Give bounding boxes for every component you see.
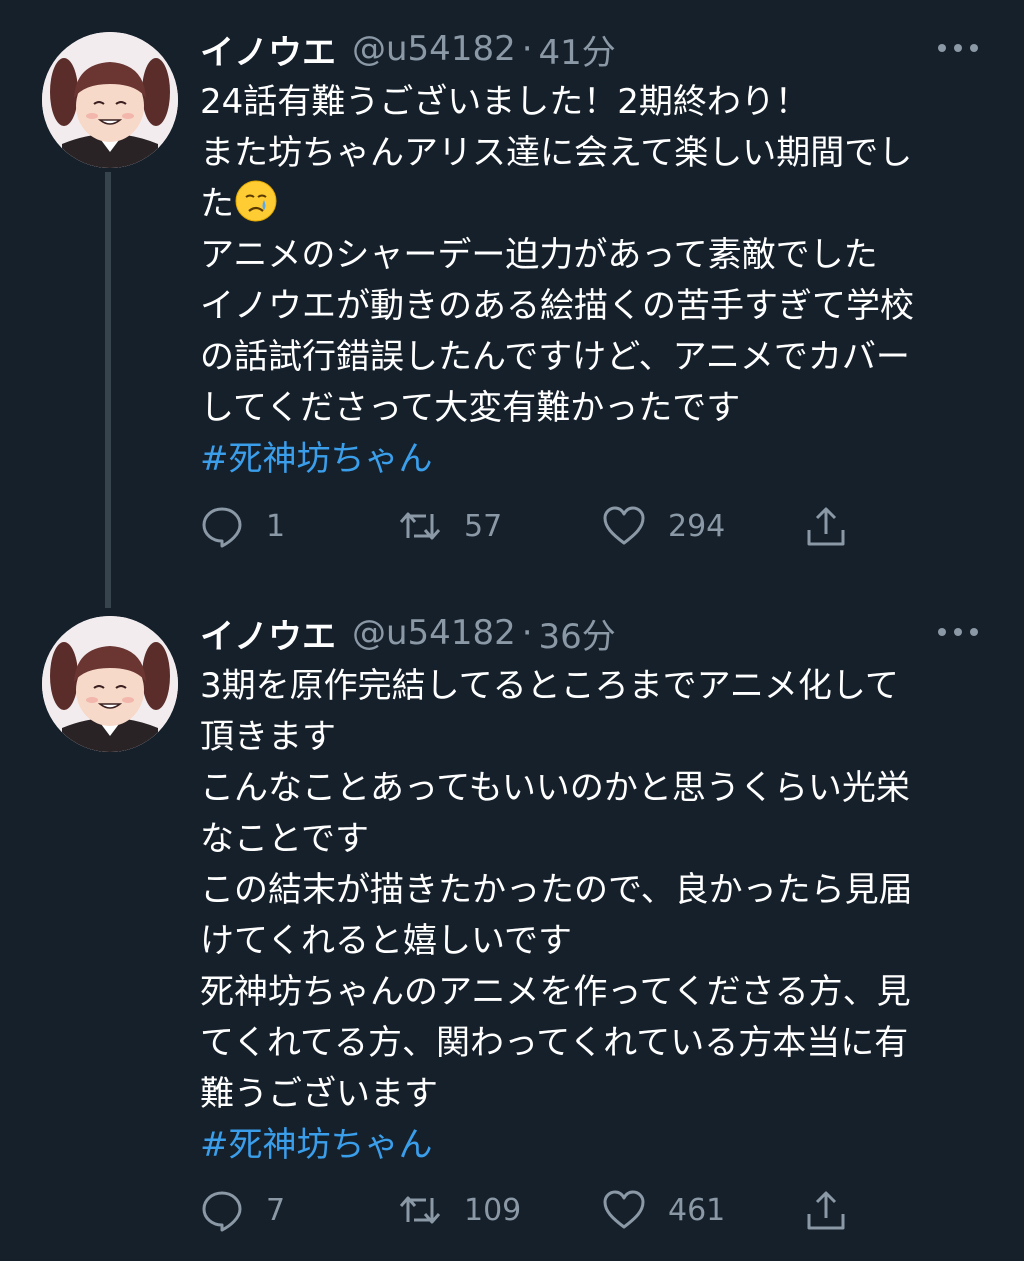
reply-button[interactable]: 1 (200, 498, 285, 554)
hashtag-link[interactable]: #死神坊ちゃん (200, 434, 990, 485)
tweet-text-line: けてくれると嬉しいです (200, 921, 572, 961)
separator-dot: · (521, 29, 533, 69)
timestamp[interactable]: 36分 (539, 609, 616, 658)
share-icon (807, 1191, 845, 1230)
avatar[interactable] (42, 32, 178, 168)
separator-dot: · (521, 613, 533, 653)
like-count: 461 (668, 1192, 726, 1228)
reply-icon (202, 507, 242, 548)
tweet-header: イノウエ @u54182 · 41分 (200, 24, 616, 74)
heart-icon (603, 506, 645, 545)
tweet[interactable]: イノウエ @u54182 · 41分 24話有難うございました！2期終わり！ ま… (0, 0, 1024, 608)
reply-count: 7 (266, 1192, 286, 1228)
retweet-count: 109 (464, 1192, 522, 1228)
tweet-text-line: てくれてる方、関わってくれている方本当に有 (200, 1023, 909, 1063)
tweet-text-line: アニメのシャーデー迫力があって素敵でした (200, 235, 878, 275)
author-handle[interactable]: @u54182 (352, 613, 516, 653)
avatar-image (42, 616, 178, 752)
author-name[interactable]: イノウエ (200, 25, 336, 74)
like-count: 294 (668, 508, 726, 544)
tweet[interactable]: イノウエ @u54182 · 36分 3期を原作完結してるところまでアニメ化して… (0, 600, 1024, 1261)
tweet-text-line: 24話有難うございました！2期終わり！ (200, 82, 809, 122)
tweet-text: 24話有難うございました！2期終わり！ また坊ちゃんアリス達に会えて楽しい期間で… (200, 77, 990, 485)
tweet-text-line: また坊ちゃんアリス達に会えて楽しい期間でし (200, 133, 913, 173)
thread-connector-line (105, 172, 111, 608)
tweet-text-line: イノウエが動きのある絵描くの苦手すぎて学校 (200, 286, 914, 326)
avatar-image (42, 32, 178, 168)
retweet-icon (399, 1196, 441, 1224)
heart-icon (603, 1190, 645, 1229)
tweet-text-line: なことです (200, 819, 369, 859)
tweet-text-line: 頂きます (200, 717, 336, 757)
tweet-text-line: こんなことあってもいいのかと思うくらい光栄 (200, 768, 910, 808)
crying-face-emoji-icon (235, 180, 277, 222)
retweet-count: 57 (464, 508, 503, 544)
author-handle[interactable]: @u54182 (352, 29, 516, 69)
tweet-text-fragment: た (200, 184, 234, 224)
avatar[interactable] (42, 616, 178, 752)
tweet-text-line: た (200, 179, 990, 230)
author-name[interactable]: イノウエ (200, 609, 336, 658)
hashtag-link[interactable]: #死神坊ちゃん (200, 1120, 990, 1171)
reply-count: 1 (266, 508, 286, 544)
tweet-actions: 1 57 294 (200, 498, 860, 554)
more-options-icon[interactable] (938, 622, 978, 642)
reply-icon (202, 1191, 242, 1232)
share-icon (807, 507, 845, 546)
tweet-text-line: の話試行錯誤したんですけど、アニメでカバー (200, 337, 910, 377)
retweet-icon (399, 512, 441, 540)
tweet-text-line: この結末が描きたかったので、良かったら見届 (200, 870, 913, 910)
share-button[interactable] (804, 498, 848, 554)
tweet-text-line: してくださって大変有難かったです (200, 388, 741, 428)
share-button[interactable] (804, 1182, 848, 1238)
like-button[interactable]: 461 (602, 1182, 725, 1238)
retweet-button[interactable]: 57 (398, 498, 502, 554)
like-button[interactable]: 294 (602, 498, 725, 554)
more-options-icon[interactable] (938, 38, 978, 58)
tweet-text: 3期を原作完結してるところまでアニメ化して 頂きます こんなことあってもいいのか… (200, 661, 990, 1171)
tweet-text-line: 難うございます (200, 1074, 438, 1114)
tweet-header: イノウエ @u54182 · 36分 (200, 608, 616, 658)
retweet-button[interactable]: 109 (398, 1182, 521, 1238)
timestamp[interactable]: 41分 (539, 25, 616, 74)
tweet-text-line: 3期を原作完結してるところまでアニメ化して (200, 666, 899, 706)
reply-button[interactable]: 7 (200, 1182, 285, 1238)
tweet-text-line: 死神坊ちゃんのアニメを作ってくださる方、見 (200, 972, 911, 1012)
tweet-actions: 7 109 461 (200, 1182, 860, 1238)
